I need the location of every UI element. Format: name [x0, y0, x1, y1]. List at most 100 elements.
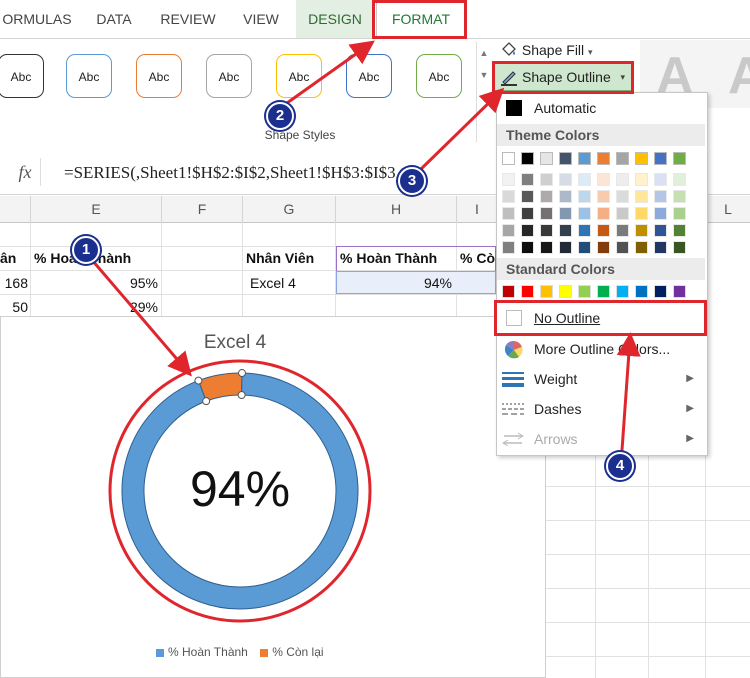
- doughnut-chart[interactable]: 94%: [0, 316, 546, 678]
- tab-data[interactable]: DATA: [82, 0, 146, 38]
- shape-style-swatch[interactable]: Abc: [0, 54, 44, 98]
- theme-shade-swatch[interactable]: [502, 224, 515, 237]
- selection-handle[interactable]: [194, 376, 203, 385]
- gallery-more-icon[interactable]: ▾: [477, 86, 491, 108]
- theme-shade-swatch[interactable]: [521, 207, 534, 220]
- theme-shade-swatch[interactable]: [578, 190, 591, 203]
- theme-shade-swatch[interactable]: [616, 241, 629, 254]
- theme-shade-swatch[interactable]: [635, 224, 648, 237]
- formula-input[interactable]: =SERIES(,Sheet1!$H$2:$I$2,Sheet1!$H$3:$I…: [64, 160, 414, 186]
- cell-h2[interactable]: % Hoàn Thành: [340, 246, 437, 270]
- theme-color-swatch[interactable]: [635, 152, 648, 165]
- theme-shade-swatch[interactable]: [635, 173, 648, 186]
- theme-shade-swatch[interactable]: [578, 207, 591, 220]
- theme-color-swatch[interactable]: [578, 152, 591, 165]
- theme-color-swatch[interactable]: [559, 152, 572, 165]
- theme-shade-swatch[interactable]: [673, 190, 686, 203]
- standard-color-swatch[interactable]: [502, 285, 515, 298]
- theme-shade-swatch[interactable]: [654, 173, 667, 186]
- theme-shade-swatch[interactable]: [597, 190, 610, 203]
- theme-shade-swatch[interactable]: [673, 173, 686, 186]
- selection-handle[interactable]: [237, 391, 246, 400]
- column-header-l[interactable]: L: [706, 196, 750, 222]
- selection-handle[interactable]: [202, 397, 211, 406]
- theme-shade-swatch[interactable]: [597, 241, 610, 254]
- theme-color-swatch[interactable]: [616, 152, 629, 165]
- selection-handle[interactable]: [238, 369, 247, 378]
- theme-shade-swatch[interactable]: [654, 190, 667, 203]
- tab-view[interactable]: VIEW: [230, 0, 292, 38]
- standard-color-swatch[interactable]: [521, 285, 534, 298]
- theme-shade-swatch[interactable]: [635, 207, 648, 220]
- theme-shade-swatch[interactable]: [597, 207, 610, 220]
- theme-color-swatch[interactable]: [597, 152, 610, 165]
- cell-g2[interactable]: Nhân Viên: [246, 246, 314, 270]
- theme-shade-swatch[interactable]: [616, 173, 629, 186]
- gallery-scroll[interactable]: ▲ ▼ ▾: [476, 42, 491, 142]
- tab-formulas[interactable]: ORMULAS: [0, 0, 74, 38]
- theme-shade-swatch[interactable]: [597, 224, 610, 237]
- standard-color-swatch[interactable]: [654, 285, 667, 298]
- column-header-f[interactable]: F: [162, 196, 243, 222]
- standard-color-swatch[interactable]: [559, 285, 572, 298]
- theme-shade-swatch[interactable]: [540, 241, 553, 254]
- column-header-e[interactable]: E: [31, 196, 162, 222]
- standard-color-swatch[interactable]: [597, 285, 610, 298]
- tab-design[interactable]: DESIGN: [296, 0, 374, 38]
- standard-color-swatch[interactable]: [540, 285, 553, 298]
- theme-shade-swatch[interactable]: [559, 241, 572, 254]
- theme-shade-swatch[interactable]: [540, 224, 553, 237]
- column-header-d[interactable]: [0, 196, 31, 222]
- cell-h3[interactable]: 94%: [336, 271, 452, 295]
- theme-shade-swatch[interactable]: [616, 224, 629, 237]
- theme-shade-swatch[interactable]: [540, 190, 553, 203]
- menu-item-weight[interactable]: Weight ▶: [500, 364, 700, 394]
- theme-shade-swatch[interactable]: [578, 224, 591, 237]
- shape-style-swatch[interactable]: Abc: [416, 54, 462, 98]
- theme-shade-swatch[interactable]: [616, 190, 629, 203]
- column-header-i[interactable]: I: [457, 196, 498, 222]
- shape-style-swatch[interactable]: Abc: [206, 54, 252, 98]
- theme-color-swatch[interactable]: [654, 152, 667, 165]
- theme-shade-swatch[interactable]: [673, 241, 686, 254]
- theme-shade-swatch[interactable]: [654, 224, 667, 237]
- column-header-g[interactable]: G: [243, 196, 336, 222]
- theme-color-swatch[interactable]: [540, 152, 553, 165]
- insert-function-icon[interactable]: fx: [10, 158, 41, 186]
- cell-e3[interactable]: 95%: [34, 271, 158, 295]
- standard-color-swatch[interactable]: [616, 285, 629, 298]
- theme-shade-swatch[interactable]: [502, 173, 515, 186]
- theme-shade-swatch[interactable]: [502, 190, 515, 203]
- theme-shade-swatch[interactable]: [616, 207, 629, 220]
- standard-color-swatch[interactable]: [635, 285, 648, 298]
- theme-shade-swatch[interactable]: [654, 207, 667, 220]
- theme-shade-swatch[interactable]: [635, 190, 648, 203]
- theme-shade-swatch[interactable]: [521, 241, 534, 254]
- theme-color-swatch[interactable]: [502, 152, 515, 165]
- theme-color-swatch[interactable]: [673, 152, 686, 165]
- theme-shade-swatch[interactable]: [540, 173, 553, 186]
- column-header-h[interactable]: H: [336, 196, 457, 222]
- menu-item-automatic[interactable]: Automatic: [500, 93, 700, 123]
- legend-item[interactable]: % Hoàn Thành: [155, 645, 248, 659]
- theme-shade-swatch[interactable]: [578, 241, 591, 254]
- theme-shade-swatch[interactable]: [578, 173, 591, 186]
- theme-color-swatch[interactable]: [521, 152, 534, 165]
- tab-review[interactable]: REVIEW: [150, 0, 226, 38]
- theme-shade-swatch[interactable]: [635, 241, 648, 254]
- cell-d3[interactable]: 168: [0, 271, 28, 295]
- theme-shade-swatch[interactable]: [502, 207, 515, 220]
- gallery-down-icon[interactable]: ▼: [477, 64, 491, 86]
- menu-item-dashes[interactable]: Dashes ▶: [500, 394, 700, 424]
- cell-g3[interactable]: Excel 4: [250, 271, 296, 295]
- theme-shade-swatch[interactable]: [559, 190, 572, 203]
- theme-shade-swatch[interactable]: [654, 241, 667, 254]
- theme-shade-swatch[interactable]: [597, 173, 610, 186]
- theme-shade-swatch[interactable]: [673, 207, 686, 220]
- cell-d2[interactable]: ân: [0, 246, 16, 270]
- theme-shade-swatch[interactable]: [521, 224, 534, 237]
- theme-shade-swatch[interactable]: [559, 224, 572, 237]
- theme-shade-swatch[interactable]: [559, 173, 572, 186]
- chart-legend[interactable]: % Hoàn Thành % Còn lại: [155, 645, 324, 659]
- standard-color-swatch[interactable]: [578, 285, 591, 298]
